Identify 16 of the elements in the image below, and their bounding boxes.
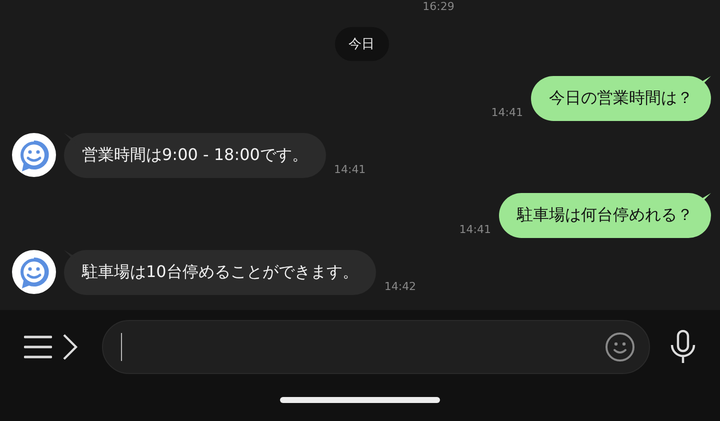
message-text: 駐車場は何台停めれる？ [517, 205, 693, 224]
chevron-right-icon[interactable] [62, 333, 78, 361]
menu-icon[interactable] [24, 334, 52, 360]
message-time: 14:42 [384, 280, 416, 293]
timestamp: 16:29 [422, 1, 454, 13]
smiley-icon[interactable] [605, 332, 635, 362]
message-text: 今日の営業時間は？ [549, 88, 693, 107]
message-text: 営業時間は9:00 - 18:00です。 [82, 145, 308, 164]
message-time: 14:41 [491, 106, 523, 119]
microphone-icon[interactable] [670, 330, 696, 364]
message-text: 駐車場は10台停めることができます。 [82, 262, 358, 281]
date-divider: 今日 [334, 27, 388, 61]
smiley-avatar-icon [12, 133, 56, 177]
smiley-avatar-icon [12, 250, 56, 294]
message-time: 14:41 [459, 223, 491, 236]
message-time: 14:41 [334, 163, 366, 176]
